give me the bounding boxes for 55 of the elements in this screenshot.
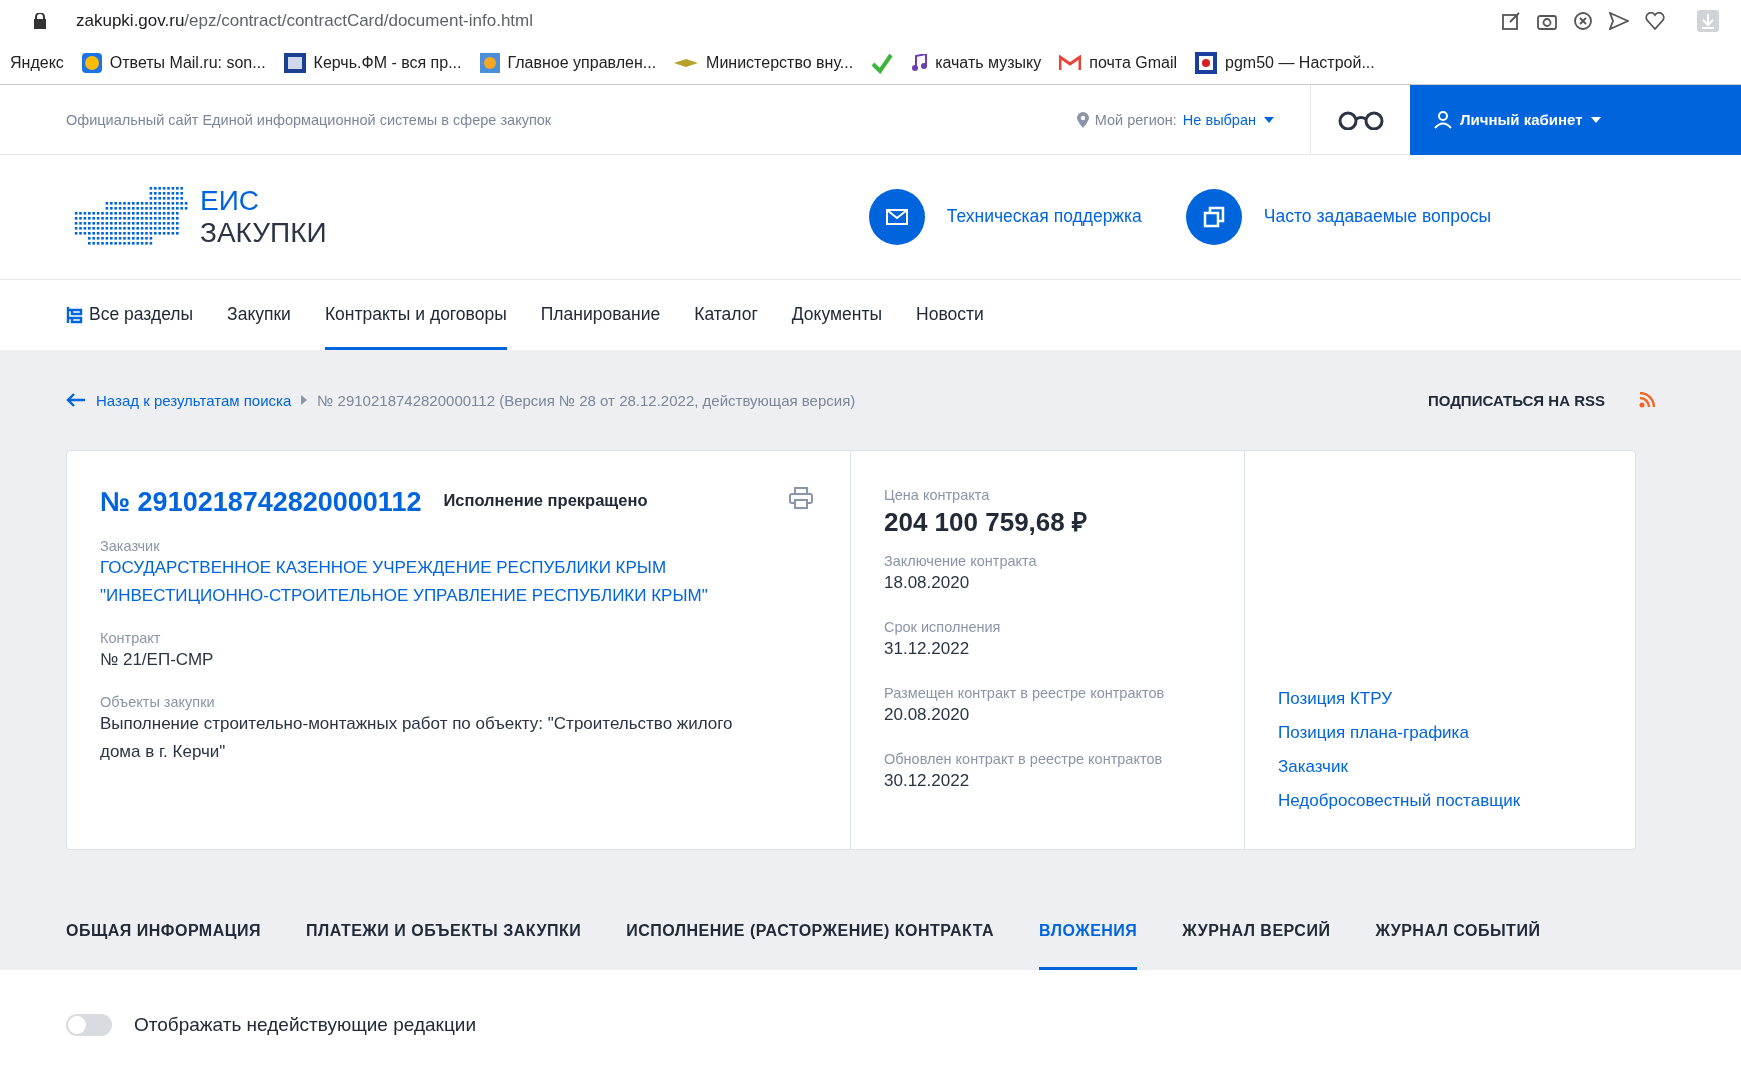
- bookmark[interactable]: Ответы Mail.ru: son...: [81, 53, 266, 74]
- field-value: 30.12.2022: [884, 770, 971, 792]
- tab[interactable]: ВЛОЖЕНИЯ: [1039, 922, 1138, 970]
- customer-link[interactable]: ГОСУДАРСТВЕННОЕ КАЗЕННОЕ УЧРЕЖДЕНИЕ РЕСПУБЛИКИ КРЫМ "ИНВЕСТИЦИОННО-СТРОИТЕЛЬНОЕ УПРАВЛЕНИЕ РЕСПУБЛИКИ КРЫМ": [100, 554, 780, 610]
- bookmark[interactable]: Керчь.ФМ - вся пр...: [283, 53, 462, 74]
- field-label: Заключение контракта: [884, 553, 1038, 569]
- contract-price: 204 100 759,68 ₽: [884, 506, 1088, 539]
- contract-status: Исполнение прекращено: [443, 491, 648, 510]
- tab[interactable]: ИСПОЛНЕНИЕ (РАСТОРЖЕНИЕ) КОНТРАКТА: [626, 922, 995, 970]
- nav-item[interactable]: Документы: [791, 279, 883, 350]
- related-link[interactable]: Позиция КТРУ: [1278, 689, 1602, 709]
- bookmark[interactable]: Яндекс: [10, 54, 64, 73]
- region-dropdown[interactable]: Не выбран: [1182, 111, 1274, 128]
- logo-text: ЗАКУПКИ: [200, 216, 327, 249]
- field-value: 20.08.2020: [884, 704, 971, 726]
- account-button[interactable]: Личный кабинет: [1410, 84, 1741, 155]
- field-label: Контракт: [100, 630, 162, 646]
- tab[interactable]: ЖУРНАЛ СОБЫТИЙ: [1375, 922, 1541, 970]
- site-title: Официальный сайт Единой информационной системы в сфере закупок: [66, 111, 552, 128]
- header-link[interactable]: Часто задаваемые вопросы: [1185, 188, 1491, 245]
- nav-item[interactable]: Закупки: [227, 279, 291, 350]
- related-link[interactable]: Недобросовестный поставщик: [1278, 791, 1602, 811]
- field-value: Выполнение строительно-монтажных работ по объекту: "Строительство жилого дома в г. Керчи": [100, 713, 734, 763]
- field-value: № 21/ЕП-СМР: [100, 649, 215, 671]
- back-link[interactable]: Назад к результатам поиска: [96, 391, 292, 409]
- field-value: 31.12.2022: [884, 638, 971, 660]
- field-label: Размещен контракт в реестре контрактов: [884, 685, 1166, 701]
- field-label: Срок исполнения: [884, 619, 1002, 635]
- nav-item[interactable]: Новости: [916, 279, 984, 350]
- bookmark[interactable]: pgm50 — Настрой...: [1195, 52, 1375, 75]
- nav-item[interactable]: Каталог: [694, 279, 758, 350]
- field-label: Цена контракта: [884, 487, 991, 503]
- logo-text: ЕИС: [200, 184, 261, 217]
- related-link[interactable]: Позиция плана-графика: [1278, 723, 1602, 743]
- region-label: Мой регион:: [1094, 111, 1177, 128]
- field-label: Объекты закупки: [100, 694, 216, 710]
- tab[interactable]: ЖУРНАЛ ВЕРСИЙ: [1182, 922, 1331, 970]
- nav-item[interactable]: Все разделы: [66, 279, 194, 350]
- tab[interactable]: ПЛАТЕЖИ И ОБЪЕКТЫ ЗАКУПКИ: [305, 922, 582, 970]
- header-link[interactable]: Техническая поддержка: [868, 188, 1142, 245]
- nav-item[interactable]: Планирование: [540, 279, 661, 350]
- contract-number: № 2910218742820000112: [100, 487, 422, 518]
- field-label: Обновлен контракт в реестре контрактов: [884, 751, 1164, 767]
- url-text[interactable]: zakupki.gov.ru/epz/contract/contractCard/document-info.html: [76, 11, 1471, 32]
- field-label: Заказчик: [100, 538, 161, 554]
- breadcrumb-current: № 2910218742820000112 (Версия № 28 от 28.12.2022, действующая версия): [317, 391, 856, 409]
- bookmark[interactable]: почта Gmail: [1059, 54, 1178, 73]
- bookmark[interactable]: Главное управлен...: [479, 53, 657, 74]
- tab[interactable]: ОБЩАЯ ИНФОРМАЦИЯ: [66, 922, 261, 970]
- toggle-label: Отображать недействующие редакции: [134, 1014, 476, 1036]
- field-value: 18.08.2020: [884, 572, 971, 594]
- bookmark[interactable]: качать музыку: [911, 54, 1042, 73]
- bookmark[interactable]: Министерство вну...: [674, 54, 854, 73]
- related-link[interactable]: Заказчик: [1278, 757, 1602, 777]
- rss-link[interactable]: ПОДПИСАТЬСЯ НА RSS: [1427, 391, 1605, 409]
